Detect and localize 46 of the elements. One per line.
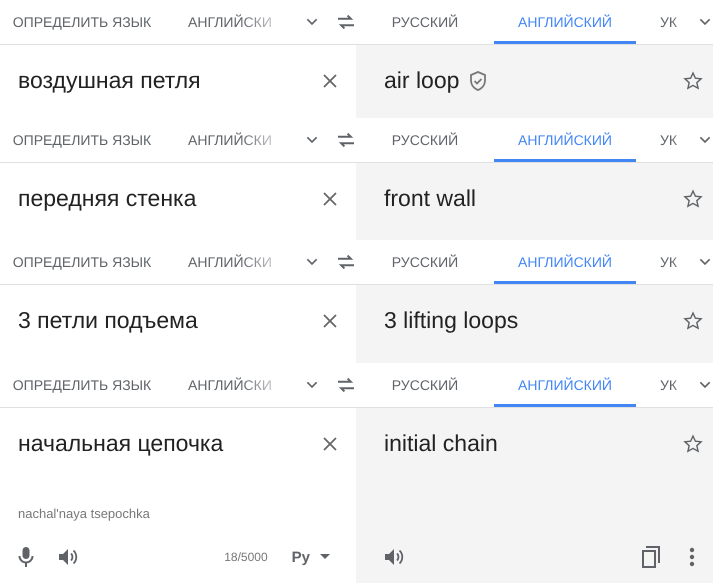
language-tab[interactable]: РУССКИЙ xyxy=(356,118,494,162)
dropdown-caret-icon[interactable] xyxy=(320,554,330,560)
character-count: 18/5000 xyxy=(224,550,268,564)
language-tab[interactable]: АНГЛИЙСКИ xyxy=(164,118,292,162)
language-tab[interactable]: АНГЛИЙСКИ xyxy=(164,0,292,44)
speaker-icon[interactable] xyxy=(58,547,78,567)
language-tab[interactable]: УК xyxy=(636,240,696,284)
close-icon[interactable] xyxy=(322,436,338,452)
speaker-icon[interactable] xyxy=(384,547,404,567)
close-icon[interactable] xyxy=(322,190,338,206)
swap-icon[interactable] xyxy=(336,254,356,270)
more-icon[interactable] xyxy=(689,547,695,567)
source-text[interactable]: передняя стенка xyxy=(18,185,312,212)
language-tab[interactable]: АНГЛИЙСКИ xyxy=(164,240,292,284)
language-tab[interactable]: ОПРЕДЕЛИТЬ ЯЗЫК xyxy=(0,240,164,284)
star-icon[interactable] xyxy=(683,310,703,330)
star-icon[interactable] xyxy=(683,188,703,208)
translation-text: 3 lifting loops xyxy=(384,307,518,334)
star-icon[interactable] xyxy=(683,70,703,90)
swap-icon[interactable] xyxy=(336,14,356,30)
language-tab[interactable]: ОПРЕДЕЛИТЬ ЯЗЫК xyxy=(0,363,164,407)
language-tab[interactable]: УК xyxy=(636,0,696,44)
input-tool-button[interactable]: Ру xyxy=(292,548,310,566)
translation-text: initial chain xyxy=(384,430,498,457)
star-icon[interactable] xyxy=(683,434,703,454)
close-icon[interactable] xyxy=(322,72,338,88)
close-icon[interactable] xyxy=(322,312,338,328)
language-tab[interactable]: УК xyxy=(636,363,696,407)
translation-text: air loop xyxy=(384,67,460,94)
language-tab[interactable]: УК xyxy=(636,118,696,162)
language-tab[interactable]: АНГЛИЙСКИ xyxy=(164,363,292,407)
source-text[interactable]: 3 петли подъема xyxy=(18,307,312,334)
language-tab[interactable]: ОПРЕДЕЛИТЬ ЯЗЫК xyxy=(0,0,164,44)
language-tab[interactable]: РУССКИЙ xyxy=(356,0,494,44)
source-text[interactable]: начальная цепочка xyxy=(18,430,312,457)
language-tab[interactable]: РУССКИЙ xyxy=(356,363,494,407)
shield-check-icon[interactable] xyxy=(469,70,488,90)
source-text[interactable]: воздушная петля xyxy=(18,67,312,94)
translation-text: front wall xyxy=(384,185,476,212)
language-tab[interactable]: РУССКИЙ xyxy=(356,240,494,284)
language-tab[interactable]: ОПРЕДЕЛИТЬ ЯЗЫК xyxy=(0,118,164,162)
copy-icon[interactable] xyxy=(641,546,661,568)
transliteration: nachal'naya tsepochka xyxy=(18,506,151,521)
swap-icon[interactable] xyxy=(336,132,356,148)
microphone-icon[interactable] xyxy=(18,546,34,568)
swap-icon[interactable] xyxy=(336,377,356,393)
